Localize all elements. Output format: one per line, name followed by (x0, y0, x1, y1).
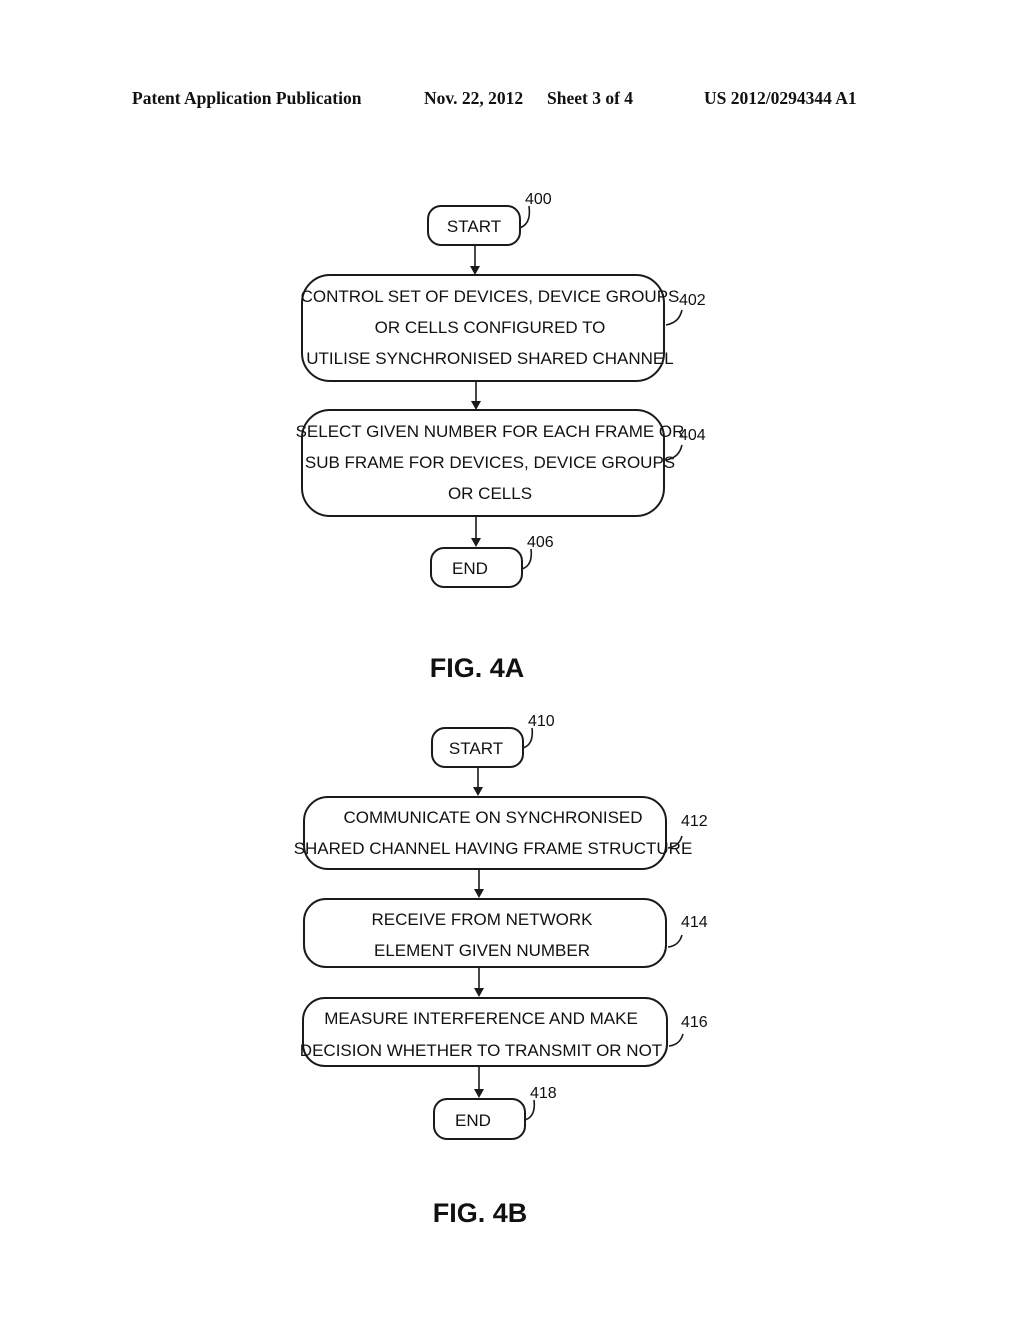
end-node-406: END 406 (430, 534, 554, 588)
figure-caption: FIG. 4B (433, 1198, 528, 1228)
ref-number: 400 (525, 191, 552, 208)
ref-leader (519, 205, 531, 229)
step-text-line: OR CELLS (448, 484, 532, 503)
ref-leader (522, 727, 534, 749)
arrow-head (473, 787, 483, 796)
ref-number: 404 (679, 427, 706, 444)
ref-number: 414 (681, 914, 708, 931)
arrow-head (471, 401, 481, 410)
step-text-line: SELECT GIVEN NUMBER FOR EACH FRAME OR (296, 422, 685, 441)
step-text-line: ELEMENT GIVEN NUMBER (374, 941, 590, 960)
process-step-404: SELECT GIVEN NUMBER FOR EACH FRAME OR SU… (296, 409, 706, 517)
flowchart-canvas: START 400 CONTROL SET OF DEVICES, DEVICE… (294, 191, 708, 1228)
arrow-head (474, 1089, 484, 1098)
step-text-line: RECEIVE FROM NETWORK (371, 910, 593, 929)
arrow-head (474, 988, 484, 997)
process-step-412: COMMUNICATE ON SYNCHRONISED SHARED CHANN… (294, 796, 708, 870)
ref-number: 416 (681, 1014, 708, 1031)
ref-number: 402 (679, 292, 706, 309)
step-text-line: DECISION WHETHER TO TRANSMIT OR NOT (300, 1041, 662, 1060)
ref-leader (668, 1033, 684, 1047)
start-label: START (449, 739, 503, 758)
ref-leader (667, 934, 683, 948)
end-label: END (452, 559, 488, 578)
end-label: END (455, 1111, 491, 1130)
arrow-head (471, 538, 481, 547)
step-text-line: MEASURE INTERFERENCE AND MAKE (324, 1009, 638, 1028)
ref-number: 418 (530, 1085, 557, 1102)
process-step-414: RECEIVE FROM NETWORK ELEMENT GIVEN NUMBE… (303, 898, 708, 968)
step-text-line: UTILISE SYNCHRONISED SHARED CHANNEL (306, 349, 673, 368)
ref-number: 410 (528, 713, 555, 730)
step-text-line: OR CELLS CONFIGURED TO (375, 318, 606, 337)
process-step-416: MEASURE INTERFERENCE AND MAKE DECISION W… (300, 997, 708, 1067)
process-step-402: CONTROL SET OF DEVICES, DEVICE GROUPS OR… (301, 274, 706, 382)
step-text-line: COMMUNICATE ON SYNCHRONISED (343, 808, 642, 827)
ref-leader (665, 309, 683, 326)
step-text-line: SHARED CHANNEL HAVING FRAME STRUCTURE (294, 839, 693, 858)
ref-number: 412 (681, 813, 708, 830)
arrow-head (470, 266, 480, 275)
ref-leader (524, 1099, 536, 1121)
arrow-head (474, 889, 484, 898)
ref-number: 406 (527, 534, 554, 551)
step-text-line: CONTROL SET OF DEVICES, DEVICE GROUPS (301, 287, 680, 306)
fig-4b: START 410 COMMUNICATE ON SYNCHRONISED SH… (294, 713, 708, 1228)
step-text-line: SUB FRAME FOR DEVICES, DEVICE GROUPS (305, 453, 675, 472)
end-node-418: END 418 (433, 1085, 557, 1140)
start-node-410: START 410 (431, 713, 555, 768)
start-node-400: START 400 (427, 191, 552, 246)
start-label: START (447, 217, 501, 236)
figure-caption: FIG. 4A (430, 653, 525, 683)
fig-4a: START 400 CONTROL SET OF DEVICES, DEVICE… (296, 191, 706, 683)
ref-leader (521, 548, 533, 570)
